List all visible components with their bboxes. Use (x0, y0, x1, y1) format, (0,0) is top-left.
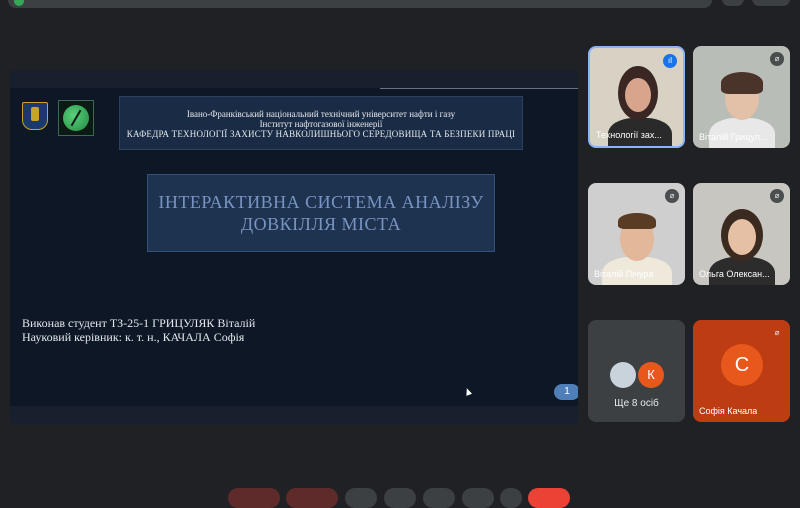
audio-wave-icon: ıl (663, 54, 677, 68)
more-options-button[interactable] (500, 488, 522, 508)
participant-tile[interactable]: ⌀ Віталій Грицул... (693, 46, 790, 148)
mic-off-icon: ⌀ (770, 52, 784, 66)
mic-off-icon: ⌀ (665, 189, 679, 203)
raise-hand-button[interactable] (462, 488, 494, 508)
participant-name: Віталій Грицул... (699, 132, 768, 142)
participant-tile[interactable]: ıl Технології зах... (588, 46, 685, 148)
header-department: КАФЕДРА ТЕХНОЛОГІЇ ЗАХИСТУ НАВКОЛИШНЬОГО… (126, 129, 516, 139)
slide-page-number: 1 (554, 384, 578, 400)
more-participants-tile[interactable]: К Ще 8 осіб (588, 320, 685, 422)
top-bar (0, 0, 800, 12)
participant-avatar-letter: К (638, 362, 664, 388)
department-logo-icon (58, 100, 94, 136)
mic-off-icon: ⌀ (770, 189, 784, 203)
university-crest-icon (22, 102, 48, 130)
captions-button[interactable] (345, 488, 377, 508)
end-call-button[interactable] (528, 488, 570, 508)
slide-authors: Виконав студент ТЗ-25-1 ГРИЦУЛЯК Віталій… (22, 316, 255, 344)
participant-name: Ольга Олексан... (699, 269, 770, 279)
info-icon[interactable] (708, 488, 728, 508)
more-participants-label: Ще 8 осіб (614, 398, 659, 409)
slide-divider (380, 88, 578, 89)
slide-title: ІНТЕРАКТИВНА СИСТЕМА АНАЛІЗУ ДОВКІЛЛЯ МІ… (147, 174, 495, 252)
participant-tile[interactable]: ⌀ Ольга Олексан... (693, 183, 790, 285)
top-action-button[interactable] (722, 0, 744, 6)
top-action-button-2[interactable] (752, 0, 790, 6)
author-student: Виконав студент ТЗ-25-1 ГРИЦУЛЯК Віталій (22, 316, 256, 330)
mouse-cursor-icon (463, 387, 473, 396)
participant-avatar-letter: С (721, 344, 763, 386)
participant-tile[interactable]: ⌀ С Софія Качала (693, 320, 790, 422)
meeting-info-pill[interactable] (8, 0, 712, 8)
slide-title-line-1: ІНТЕРАКТИВНА СИСТЕМА АНАЛІЗУ (158, 192, 484, 212)
participant-name: Софія Качала (699, 406, 758, 416)
present-button[interactable] (423, 488, 455, 508)
slide-header: Івано-Франківський національний технічни… (119, 96, 523, 150)
participant-name: Віталій Пічура (594, 269, 654, 279)
participant-name: Технології зах... (596, 130, 662, 140)
participant-tile[interactable]: ⌀ Віталій Пічура (588, 183, 685, 285)
presentation-stage: Івано-Франківський національний технічни… (10, 70, 578, 425)
camera-toggle-button[interactable] (286, 488, 338, 508)
participant-avatar (610, 362, 636, 388)
slide: Івано-Франківський національний технічни… (10, 88, 578, 406)
mic-off-icon: ⌀ (770, 326, 784, 340)
header-institute: Інститут нафтогазової інженерії (259, 119, 383, 129)
mic-toggle-button[interactable] (228, 488, 280, 508)
author-supervisor: Науковий керівник: к. т. н., КАЧАЛА Софі… (22, 330, 245, 344)
slide-title-line-2: ДОВКІЛЛЯ МІСТА (240, 214, 402, 234)
people-icon[interactable] (740, 488, 760, 508)
header-university: Івано-Франківський національний технічни… (186, 109, 456, 119)
emoji-button[interactable] (384, 488, 416, 508)
